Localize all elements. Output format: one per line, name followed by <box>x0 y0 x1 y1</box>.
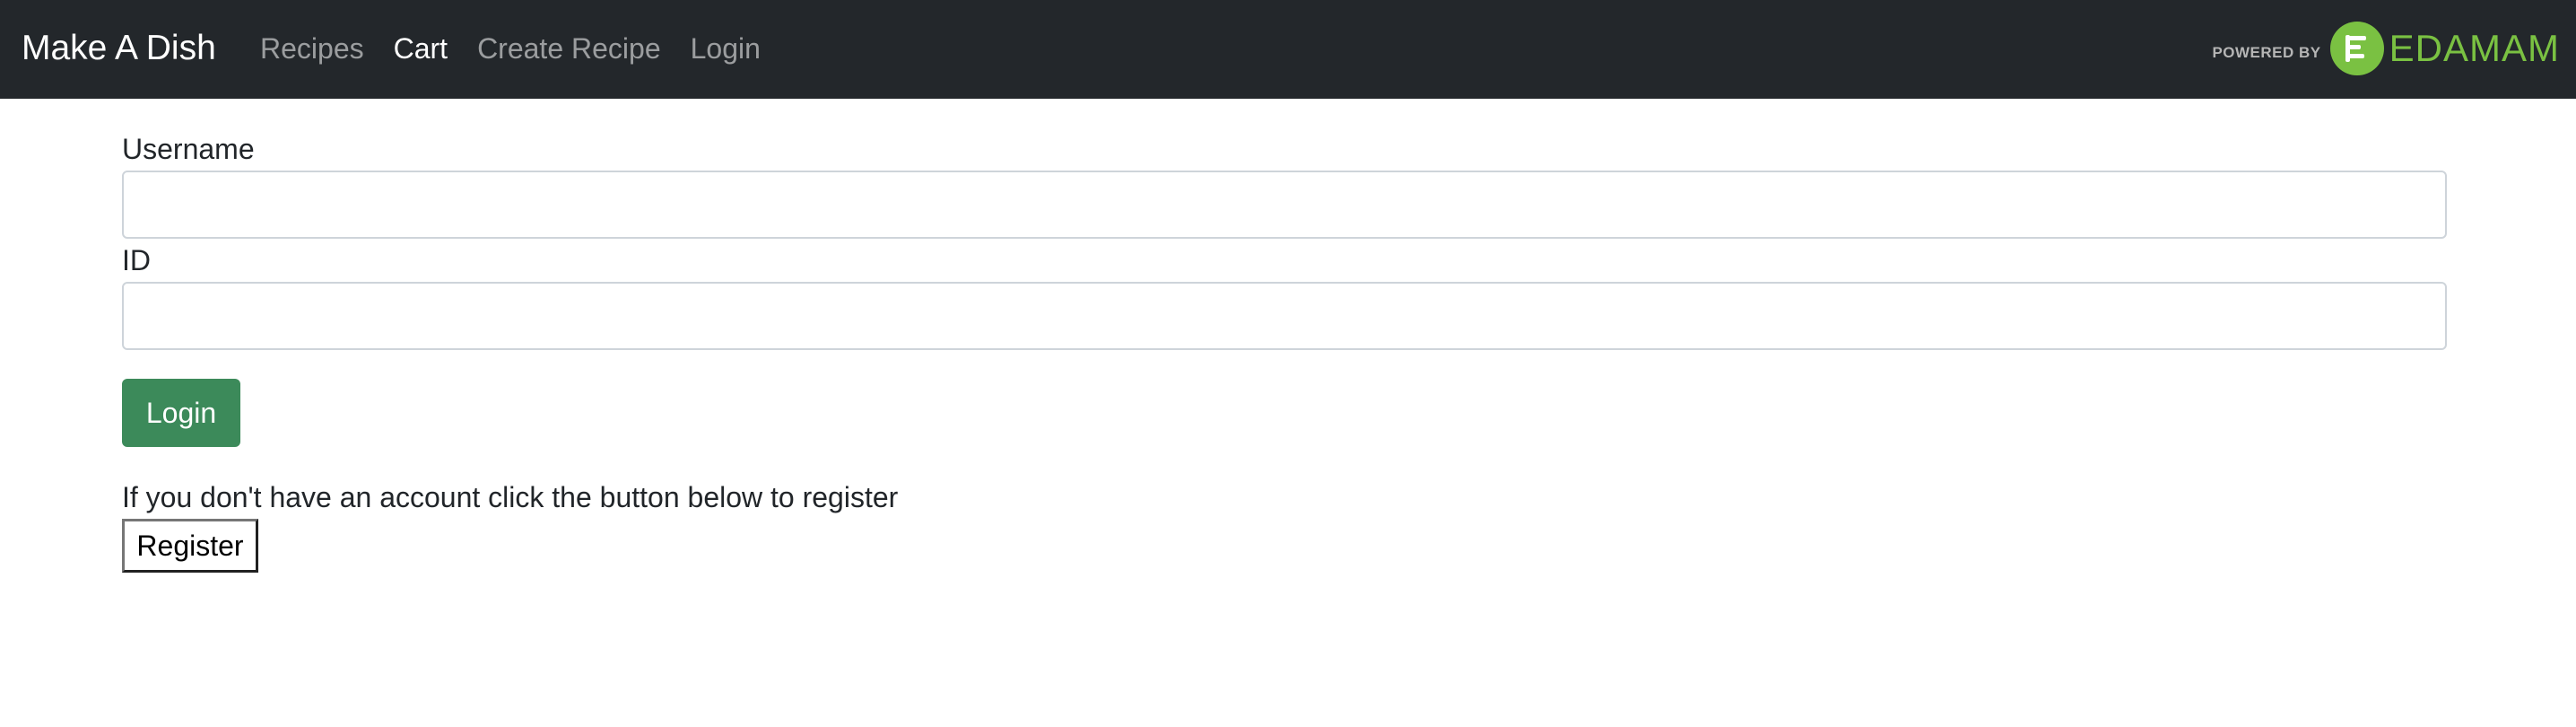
nav-link-recipes[interactable]: Recipes <box>260 23 364 74</box>
powered-by-text: POWERED BY <box>2212 44 2321 61</box>
nav-links: Recipes Cart Create Recipe Login <box>260 23 790 74</box>
register-button[interactable]: Register <box>122 519 258 573</box>
nav-link-cart[interactable]: Cart <box>394 23 448 74</box>
login-button[interactable]: Login <box>122 379 240 447</box>
edamam-logo-text: EDAMAM <box>2389 27 2560 69</box>
top-navbar: Make A Dish Recipes Cart Create Recipe L… <box>0 0 2576 99</box>
edamam-logo-icon <box>2329 22 2384 75</box>
login-form: Username ID <box>122 127 2447 350</box>
nav-link-login[interactable]: Login <box>691 23 761 74</box>
username-label: Username <box>122 133 255 165</box>
id-label: ID <box>122 244 151 276</box>
powered-by-edamam-badge: POWERED BY EDAMAM <box>2212 22 2560 75</box>
id-input[interactable] <box>122 282 2447 350</box>
brand-link[interactable]: Make A Dish <box>22 23 216 74</box>
nav-link-create-recipe[interactable]: Create Recipe <box>477 23 661 74</box>
username-input[interactable] <box>122 171 2447 239</box>
register-note: If you don't have an account click the b… <box>122 481 899 513</box>
